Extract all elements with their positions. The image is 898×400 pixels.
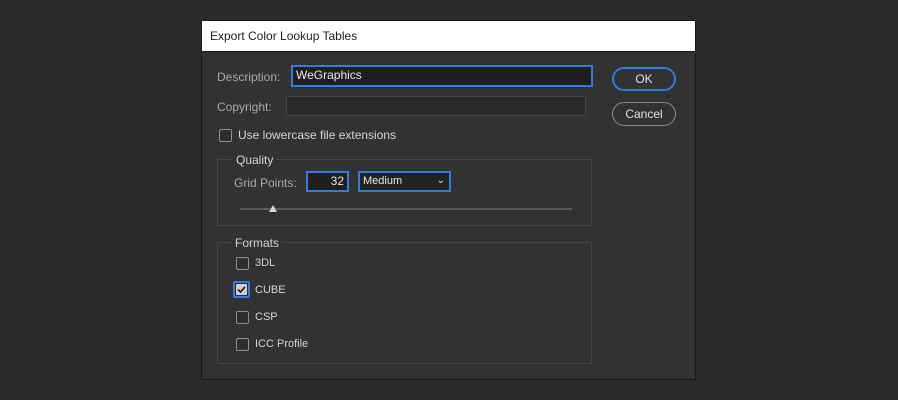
quality-slider-track[interactable] [240,208,572,210]
ok-button[interactable]: OK [612,67,676,91]
export-clut-dialog: Export Color Lookup Tables Description: … [201,20,696,380]
format-cube-label: CUBE [255,284,286,296]
format-icc-profile-checkbox[interactable] [236,338,249,351]
description-label: Description: [217,70,281,84]
grid-points-input[interactable]: 32 [306,171,349,192]
format-3dl-label: 3DL [255,257,276,269]
grid-points-label: Grid Points: [234,176,297,190]
quality-preset-select[interactable]: Medium ⌄ [358,171,451,192]
formats-group-title: Formats [232,236,283,250]
dialog-title: Export Color Lookup Tables [202,21,695,52]
format-icc-profile-label: ICC Profile [255,338,309,350]
quality-group [217,159,592,226]
checkmark-icon [237,286,246,294]
quality-group-title: Quality [233,153,277,167]
chevron-down-icon: ⌄ [436,175,445,186]
format-3dl-checkbox[interactable] [236,257,249,270]
copyright-label: Copyright: [217,100,272,114]
lowercase-extensions-label: Use lowercase file extensions [238,128,397,142]
lowercase-extensions-checkbox[interactable] [219,129,232,142]
format-csp-label: CSP [255,311,278,323]
copyright-input[interactable] [286,96,586,116]
cancel-button[interactable]: Cancel [612,102,676,126]
quality-slider-thumb[interactable] [269,205,278,212]
format-cube-checkbox[interactable] [233,281,250,298]
quality-preset-value: Medium [363,175,403,187]
description-input[interactable]: WeGraphics [291,65,593,87]
format-csp-checkbox[interactable] [236,311,249,324]
